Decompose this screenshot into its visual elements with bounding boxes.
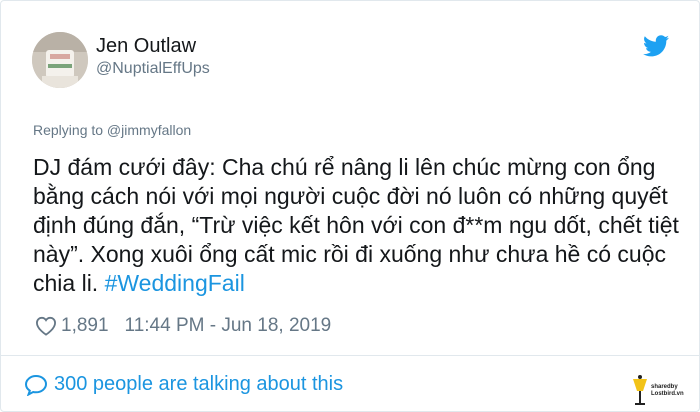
watermark-line1: sharedby <box>651 384 678 390</box>
author-name[interactable]: Jen Outlaw <box>96 35 196 58</box>
author-handle[interactable]: @NuptialEffUps <box>96 60 210 78</box>
timestamp[interactable]: 11:44 PM - Jun 18, 2019 <box>125 315 332 337</box>
speech-bubble-icon <box>24 374 48 396</box>
tweet-card: Jen Outlaw @NuptialEffUps Replying to @j… <box>0 0 700 412</box>
divider <box>1 355 699 356</box>
heart-icon[interactable] <box>35 316 57 336</box>
like-count[interactable]: 1,891 <box>61 315 109 337</box>
tweet-text: DJ đám cưới đây: Cha chú rể nâng li lên … <box>33 153 693 298</box>
tweet-meta: 1,891 11:44 PM - Jun 18, 2019 <box>35 313 331 339</box>
watermark-line2: Lostbird.vn <box>651 391 684 397</box>
avatar[interactable] <box>32 32 88 88</box>
replying-to[interactable]: Replying to @jimmyfallon <box>33 122 191 138</box>
talking-about-text: 300 people are talking about this <box>54 373 344 395</box>
watermark-text: sharedby Lostbird.vn <box>651 384 697 398</box>
twitter-bird-icon[interactable] <box>643 35 669 57</box>
talking-about-link[interactable]: 300 people are talking about this <box>24 373 343 396</box>
hashtag-link[interactable]: #WeddingFail <box>105 270 245 296</box>
